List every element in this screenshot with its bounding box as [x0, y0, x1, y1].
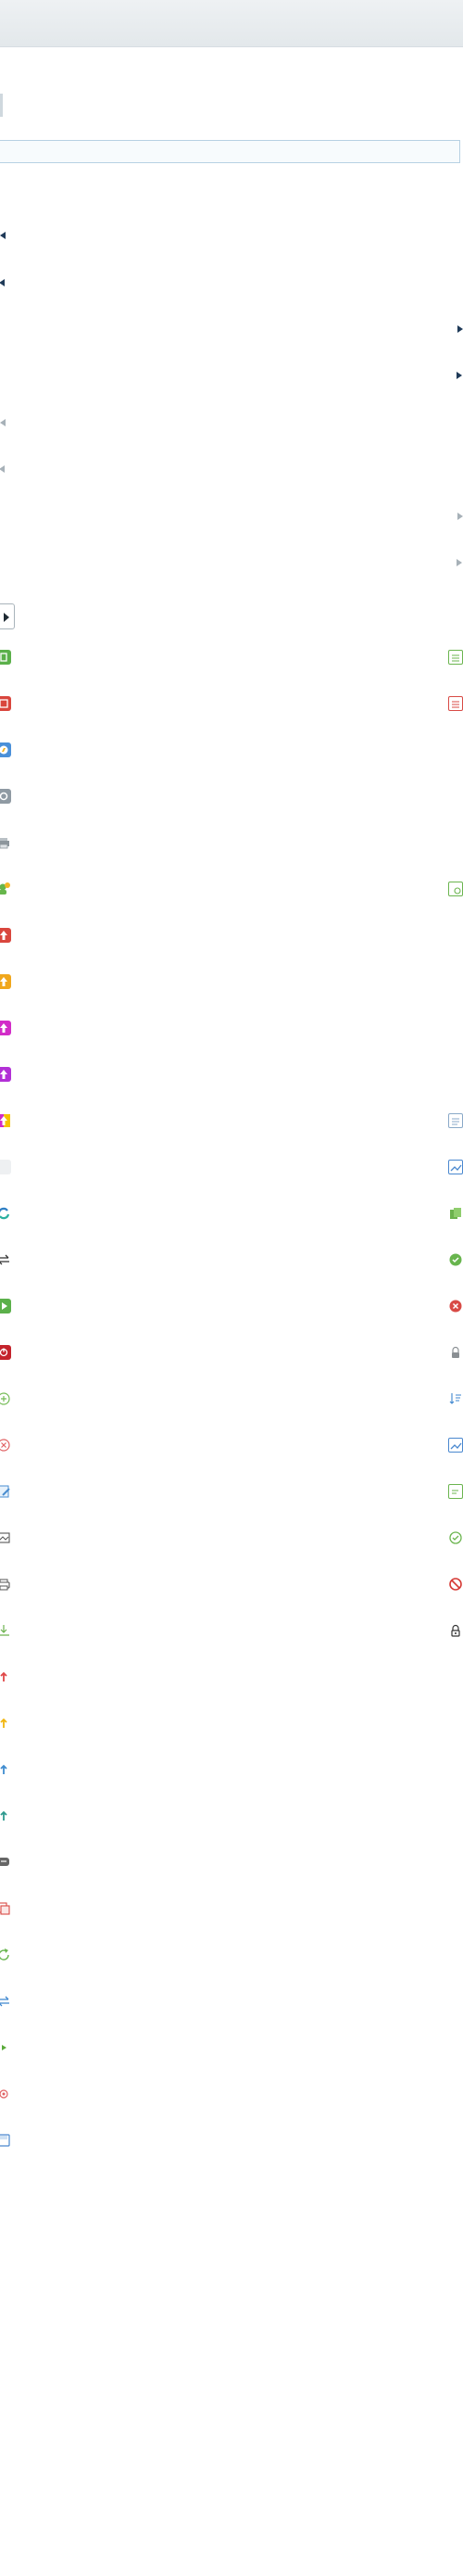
blank-icon [0, 1160, 11, 1174]
lock-icon[interactable] [448, 1345, 463, 1360]
print-icon[interactable] [0, 1577, 11, 1592]
chat-icon[interactable] [0, 1855, 11, 1870]
previous-page-disabled-icon [0, 462, 10, 476]
image-outline-blue-icon[interactable] [448, 1438, 463, 1453]
previous-page-icon[interactable] [0, 275, 10, 290]
save-icon[interactable] [0, 2133, 11, 2148]
camera-icon[interactable] [0, 789, 11, 804]
refresh-icon[interactable] [0, 1206, 11, 1221]
download-icon[interactable] [0, 1623, 11, 1638]
power-icon[interactable] [0, 1345, 11, 1360]
cancel-circle-icon[interactable] [0, 1438, 11, 1453]
first-page-icon[interactable] [0, 228, 10, 243]
delete-red-icon[interactable] [448, 1299, 463, 1313]
check-green-icon[interactable] [448, 1252, 463, 1267]
search-input[interactable] [0, 141, 463, 162]
play-icon[interactable] [0, 1299, 11, 1313]
play-small-icon[interactable] [0, 2040, 11, 2055]
note-edit-icon[interactable] [448, 1484, 463, 1499]
reload-icon[interactable] [0, 1948, 11, 1962]
documents-red-icon[interactable] [0, 1901, 11, 1916]
play-button[interactable] [0, 603, 15, 629]
arrow-up-blue-icon[interactable] [0, 1762, 11, 1777]
last-page-icon[interactable] [452, 368, 463, 383]
image-icon[interactable] [0, 1530, 11, 1545]
block-icon[interactable] [448, 1577, 463, 1592]
upload-multicolor-icon[interactable] [0, 1113, 11, 1128]
copy-green-icon[interactable] [448, 1206, 463, 1221]
upload-purple-icon[interactable] [0, 1067, 11, 1082]
add-user-icon[interactable] [0, 882, 11, 896]
exchange-icon[interactable] [0, 1994, 11, 2009]
play-button-icon [4, 613, 9, 622]
pdf-export-icon[interactable] [0, 696, 11, 711]
stop-circle-icon[interactable] [0, 2087, 11, 2101]
safari-icon[interactable] [0, 742, 11, 757]
arrow-up-yellow-icon[interactable] [0, 1716, 11, 1731]
upload-magenta-icon[interactable] [0, 1021, 11, 1035]
excel-export-icon[interactable] [0, 650, 11, 665]
excel-outline-icon[interactable] [448, 650, 463, 665]
last-page-disabled-icon [452, 555, 463, 570]
left-panel-edge [0, 94, 3, 117]
first-page-disabled-icon [0, 415, 10, 430]
notes-icon[interactable] [448, 1113, 463, 1128]
header-bar [0, 0, 463, 47]
check-circle-icon[interactable] [448, 1530, 463, 1545]
add-circle-icon[interactable] [0, 1391, 11, 1406]
search-field[interactable] [0, 140, 463, 163]
pdf-outline-icon[interactable] [448, 696, 463, 711]
next-page-disabled-icon [452, 509, 463, 524]
printer-icon[interactable] [0, 835, 11, 850]
image-edit-icon[interactable] [448, 882, 463, 896]
padlock-icon[interactable] [448, 1623, 463, 1638]
upload-red-icon[interactable] [0, 928, 11, 943]
next-page-icon[interactable] [452, 322, 463, 336]
arrow-up-teal-icon[interactable] [0, 1808, 11, 1823]
arrow-up-red-icon[interactable] [0, 1669, 11, 1684]
sort-icon[interactable] [448, 1391, 463, 1406]
edit-document-icon[interactable] [0, 1484, 11, 1499]
swap-icon[interactable] [0, 1252, 11, 1267]
image-blue-icon[interactable] [448, 1160, 463, 1174]
upload-orange-icon[interactable] [0, 974, 11, 989]
